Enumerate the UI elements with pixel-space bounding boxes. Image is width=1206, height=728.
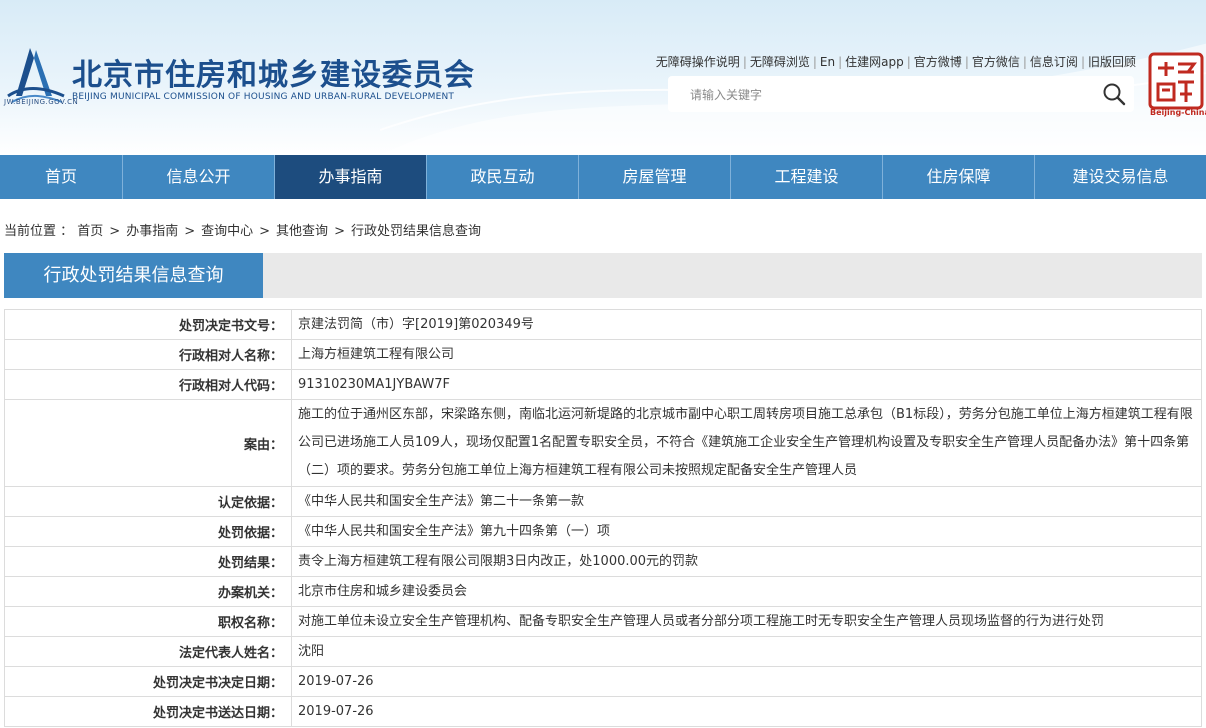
nav-item-info-disclosure[interactable]: 信息公开 <box>123 155 275 199</box>
site-header: JW.BEIJING.GOV.CN 北京市住房和城乡建设委员会 BEIJING … <box>0 0 1206 155</box>
table-row: 处罚决定书送达日期： 2019-07-26 <box>4 696 1202 727</box>
field-label: 职权名称： <box>4 606 292 637</box>
breadcrumb-item-other-query[interactable]: 其他查询 <box>276 224 328 239</box>
nav-item-home[interactable]: 首页 <box>0 155 123 199</box>
top-link-accessible-browse[interactable]: 无障碍浏览 <box>750 55 810 69</box>
table-row: 行政相对人代码： 91310230MA1JYBAW7F <box>4 369 1202 400</box>
field-value: 沈阳 <box>291 636 1202 667</box>
top-link-app[interactable]: 住建网app <box>845 55 904 69</box>
field-value: 京建法罚简（市）字[2019]第020349号 <box>291 309 1202 340</box>
search-input[interactable] <box>688 84 1092 106</box>
field-label: 处罚决定书送达日期： <box>4 696 292 727</box>
search-box <box>668 76 1134 112</box>
field-label: 案由： <box>4 399 292 487</box>
breadcrumb-prefix: 当前位置 ： <box>4 224 74 239</box>
field-label: 办案机关： <box>4 576 292 607</box>
main-nav: 首页 信息公开 办事指南 政民互动 房屋管理 工程建设 住房保障 建设交易信息 <box>0 155 1206 199</box>
field-label: 处罚决定书文号： <box>4 309 292 340</box>
top-links: 无障碍操作说明 | 无障碍浏览 | En | 住建网app | 官方微博 | 官方微信 | 信息订阅 | 旧… <box>655 55 1136 69</box>
table-row: 案由： 施工的位于通州区东部，宋梁路东侧，南临北运河新堤路的北京城市副中心职工周… <box>4 399 1202 487</box>
top-link-wechat[interactable]: 官方微信 <box>972 55 1020 69</box>
breadcrumb-item-query-center[interactable]: 查询中心 <box>201 224 253 239</box>
nav-item-trading-info[interactable]: 建设交易信息 <box>1035 155 1206 199</box>
table-row: 处罚依据： 《中华人民共和国安全生产法》第九十四条第（一）项 <box>4 516 1202 547</box>
table-row: 法定代表人姓名： 沈阳 <box>4 636 1202 667</box>
field-value: 《中华人民共和国安全生产法》第二十一条第一款 <box>291 486 1202 517</box>
nav-item-interaction[interactable]: 政民互动 <box>427 155 579 199</box>
logo-url-text: JW.BEIJING.GOV.CN <box>4 98 79 106</box>
penalty-detail-table: 处罚决定书文号： 京建法罚简（市）字[2019]第020349号 行政相对人名称… <box>4 309 1202 727</box>
field-value: 对施工单位未设立安全生产管理机构、配备专职安全生产管理人员或者分部分项工程施工时… <box>291 606 1202 637</box>
field-value: 91310230MA1JYBAW7F <box>291 369 1202 400</box>
search-icon[interactable] <box>1102 82 1126 106</box>
top-link-weibo[interactable]: 官方微博 <box>914 55 962 69</box>
top-link-accessibility-help[interactable]: 无障碍操作说明 <box>656 55 740 69</box>
field-label: 处罚结果： <box>4 546 292 577</box>
top-link-subscribe[interactable]: 信息订阅 <box>1030 55 1078 69</box>
breadcrumb: 当前位置 ： 首页 > 办事指南 > 查询中心 > 其他查询 > 行政处罚结果信息查询 <box>4 224 481 239</box>
nav-item-service-guide[interactable]: 办事指南 <box>275 155 427 199</box>
breadcrumb-item-service-guide[interactable]: 办事指南 <box>126 224 178 239</box>
seal-caption: Beijing-China <box>1150 108 1206 117</box>
field-value: 《中华人民共和国安全生产法》第九十四条第（一）项 <box>291 516 1202 547</box>
field-value: 北京市住房和城乡建设委员会 <box>291 576 1202 607</box>
field-label: 行政相对人名称： <box>4 339 292 370</box>
breadcrumb-item-current[interactable]: 行政处罚结果信息查询 <box>351 224 481 239</box>
field-label: 法定代表人姓名： <box>4 636 292 667</box>
site-subtitle: BEIJING MUNICIPAL COMMISSION OF HOUSING … <box>72 92 455 102</box>
field-label: 行政相对人代码： <box>4 369 292 400</box>
field-value: 责令上海方桓建筑工程有限公司限期3日内改正，处1000.00元的罚款 <box>291 546 1202 577</box>
breadcrumb-item-home[interactable]: 首页 <box>77 224 103 239</box>
section-title-bar: 行政处罚结果信息查询 <box>4 253 1202 298</box>
table-row: 处罚决定书文号： 京建法罚简（市）字[2019]第020349号 <box>4 309 1202 340</box>
site-title[interactable]: 北京市住房和城乡建设委员会 <box>72 50 475 94</box>
field-label: 处罚决定书决定日期： <box>4 666 292 697</box>
field-value: 2019-07-26 <box>291 666 1202 697</box>
table-row: 行政相对人名称： 上海方桓建筑工程有限公司 <box>4 339 1202 370</box>
table-row: 职权名称： 对施工单位未设立安全生产管理机构、配备专职安全生产管理人员或者分部分… <box>4 606 1202 637</box>
table-row: 办案机关： 北京市住房和城乡建设委员会 <box>4 576 1202 607</box>
nav-item-housing-management[interactable]: 房屋管理 <box>579 155 731 199</box>
top-link-old-version[interactable]: 旧版回顾 <box>1088 55 1136 69</box>
field-label: 处罚依据： <box>4 516 292 547</box>
table-row: 处罚结果： 责令上海方桓建筑工程有限公司限期3日内改正，处1000.00元的罚款 <box>4 546 1202 577</box>
table-row: 认定依据： 《中华人民共和国安全生产法》第二十一条第一款 <box>4 486 1202 517</box>
nav-item-housing-security[interactable]: 住房保障 <box>883 155 1035 199</box>
field-label: 认定依据： <box>4 486 292 517</box>
field-value: 2019-07-26 <box>291 696 1202 727</box>
field-value: 施工的位于通州区东部，宋梁路东侧，南临北运河新堤路的北京城市副中心职工周转房项目… <box>291 399 1202 487</box>
section-title: 行政处罚结果信息查询 <box>4 253 263 298</box>
table-row: 处罚决定书决定日期： 2019-07-26 <box>4 666 1202 697</box>
nav-item-construction[interactable]: 工程建设 <box>731 155 883 199</box>
top-link-english[interactable]: En <box>820 55 835 69</box>
field-value: 上海方桓建筑工程有限公司 <box>291 339 1202 370</box>
